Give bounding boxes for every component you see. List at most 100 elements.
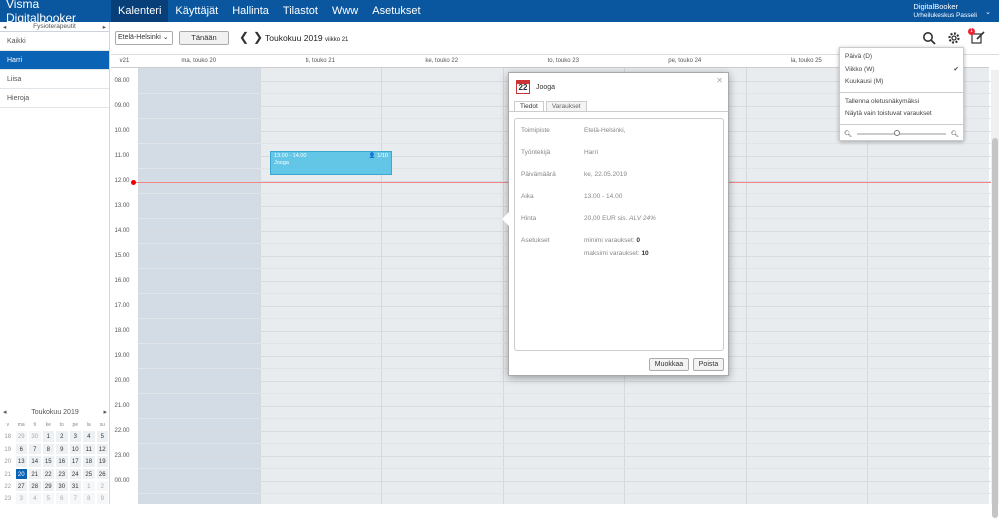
zoom-slider[interactable] xyxy=(857,129,946,136)
day-header: ma, touko 20 xyxy=(138,55,260,68)
mini-calendar-weeknum: 18 xyxy=(1,430,15,443)
mini-calendar-day[interactable]: 11 xyxy=(82,442,96,456)
user-menu[interactable]: DigitalBooker Urheilukeskus Passeli xyxy=(913,2,977,20)
mini-calendar-day[interactable]: 13 xyxy=(14,455,28,468)
mini-calendar-day[interactable]: 30 xyxy=(28,430,42,443)
max-bookings-label: maksimi varaukset: xyxy=(584,250,640,257)
mini-calendar-day[interactable]: 28 xyxy=(28,479,42,493)
event-jooga[interactable]: 13.00 - 14.00 Jooga 👤 1/10 xyxy=(270,151,392,175)
mini-calendar-day[interactable]: 19 xyxy=(95,455,109,468)
mini-calendar-day[interactable]: 3 xyxy=(14,492,28,505)
next-month-icon[interactable]: ▸ xyxy=(103,408,107,416)
zoom-handle[interactable] xyxy=(894,129,901,136)
field-price-label: Hinta xyxy=(521,215,537,222)
mini-calendar-day[interactable]: 12 xyxy=(95,442,109,456)
day-column[interactable] xyxy=(259,68,381,504)
show-recurring-only[interactable]: Näytä vain toistuvat varaukset xyxy=(840,108,963,121)
mini-calendar-day[interactable]: 22 xyxy=(41,467,55,480)
mini-calendar-day[interactable]: 14 xyxy=(28,455,42,468)
mini-calendar-day[interactable]: 1 xyxy=(82,479,96,493)
day-column[interactable] xyxy=(381,68,503,504)
mini-calendar-day[interactable]: 25 xyxy=(82,467,96,480)
chevron-down-icon[interactable]: ⌄ xyxy=(985,8,991,16)
field-price-value: 20,00 EUR sis. ALV 24% xyxy=(584,215,714,222)
mini-calendar-day[interactable]: 4 xyxy=(82,430,96,443)
prev-month-icon[interactable]: ◂ xyxy=(3,408,7,416)
person-hieroja[interactable]: Hieroja xyxy=(0,89,109,108)
zoom-out-icon[interactable]: 🔍︎ xyxy=(844,130,852,138)
mini-calendar-day[interactable]: 2 xyxy=(95,479,109,493)
day-column[interactable] xyxy=(138,68,260,504)
search-icon[interactable] xyxy=(922,31,936,45)
mini-calendar-day[interactable]: 29 xyxy=(41,479,55,493)
mini-calendar-day[interactable]: 18 xyxy=(82,455,96,468)
mini-calendar-day[interactable]: 9 xyxy=(55,442,69,456)
nav-hallinta[interactable]: Hallinta xyxy=(225,0,276,22)
nav-www[interactable]: Www xyxy=(325,0,365,22)
scrollbar-thumb[interactable] xyxy=(992,138,998,518)
mini-calendar-day[interactable]: 4 xyxy=(28,492,42,505)
zoom-in-icon[interactable]: 🔍︎ xyxy=(951,130,959,138)
mini-calendar-day[interactable]: 2 xyxy=(55,430,69,443)
prev-week-icon[interactable]: ❮ xyxy=(239,30,249,44)
nav-asetukset[interactable]: Asetukset xyxy=(365,0,427,22)
location-value: Etelä-Helsinki xyxy=(118,34,161,41)
mini-calendar-day[interactable]: 23 xyxy=(55,467,69,480)
mini-calendar-day[interactable]: 5 xyxy=(95,430,109,443)
mini-calendar-day[interactable]: 10 xyxy=(68,442,82,456)
hour-label: 23.00 xyxy=(114,453,130,459)
mini-calendar-day[interactable]: 1 xyxy=(41,430,55,443)
mini-calendar-day[interactable]: 20 xyxy=(14,467,28,480)
person-liisa[interactable]: Liisa xyxy=(0,70,109,89)
view-month-label: Kuukausi (M) xyxy=(845,78,884,85)
mini-calendar-weeknum: 21 xyxy=(1,467,15,480)
calendar-scrollbar[interactable] xyxy=(991,70,999,518)
person-harri[interactable]: Harri xyxy=(0,51,109,70)
tab-varaukset[interactable]: Varaukset xyxy=(545,101,587,111)
nav-kalenteri[interactable]: Kalenteri xyxy=(111,0,169,22)
mini-calendar-day[interactable]: 9 xyxy=(95,492,109,505)
mini-calendar-day[interactable]: 17 xyxy=(68,455,82,468)
edit-button[interactable]: Muokkaa xyxy=(649,358,689,371)
view-week[interactable]: Viikko (W) ✔ xyxy=(840,64,963,77)
mini-calendar-day[interactable]: 26 xyxy=(95,467,109,480)
field-time-label: Aika xyxy=(521,193,534,200)
tab-tiedot[interactable]: Tiedot xyxy=(514,101,544,111)
gear-icon[interactable] xyxy=(947,31,961,45)
view-day[interactable]: Päivä (D) xyxy=(840,51,963,64)
mini-calendar-day[interactable]: 15 xyxy=(41,455,55,468)
mini-calendar-day[interactable]: 31 xyxy=(68,479,82,493)
save-default-view[interactable]: Tallenna oletusnäkymäksi xyxy=(840,96,963,109)
mini-calendar-day[interactable]: 24 xyxy=(68,467,82,480)
nav-kayttajat[interactable]: Käyttäjät xyxy=(168,0,225,22)
mini-calendar-day[interactable]: 8 xyxy=(82,492,96,505)
mini-calendar-day[interactable]: 8 xyxy=(41,442,55,456)
mini-calendar-day[interactable]: 29 xyxy=(14,430,28,443)
mini-calendar-day[interactable]: 7 xyxy=(68,492,82,505)
mini-calendar-day[interactable]: 27 xyxy=(14,479,28,493)
person-kaikki[interactable]: Kaikki xyxy=(0,32,109,51)
hour-line xyxy=(138,456,999,457)
location-select[interactable]: Etelä-Helsinki ⌄ xyxy=(115,31,173,45)
delete-button[interactable]: Poista xyxy=(693,358,724,371)
mini-calendar-day[interactable]: 30 xyxy=(55,479,69,493)
next-week-icon[interactable]: ❯ xyxy=(253,30,263,44)
field-price: Hinta 20,00 EUR sis. ALV 24% xyxy=(521,215,656,222)
mini-calendar-day[interactable]: 6 xyxy=(55,492,69,505)
half-hour-line xyxy=(138,393,999,394)
mini-calendar-day[interactable]: 21 xyxy=(28,467,42,480)
mini-calendar-day[interactable]: 5 xyxy=(41,492,55,505)
mini-calendar-day[interactable]: 6 xyxy=(14,442,28,456)
close-icon[interactable]: ✕ xyxy=(716,76,723,85)
chevron-left-icon[interactable]: ◂ xyxy=(3,23,6,31)
category-selector[interactable]: ◂ Fysioterapeutit ▸ xyxy=(0,22,109,32)
hour-label: 18.00 xyxy=(114,328,130,334)
mini-calendar-day[interactable]: 16 xyxy=(55,455,69,468)
field-settings: Asetukset minimi varaukset: 0 maksimi va… xyxy=(521,237,649,257)
mini-calendar-day[interactable]: 3 xyxy=(68,430,82,443)
view-month[interactable]: Kuukausi (M) xyxy=(840,76,963,89)
mini-calendar-day[interactable]: 7 xyxy=(28,442,42,456)
today-button[interactable]: Tänään xyxy=(179,31,229,45)
chevron-right-icon[interactable]: ▸ xyxy=(103,23,106,31)
nav-tilastot[interactable]: Tilastot xyxy=(276,0,325,22)
